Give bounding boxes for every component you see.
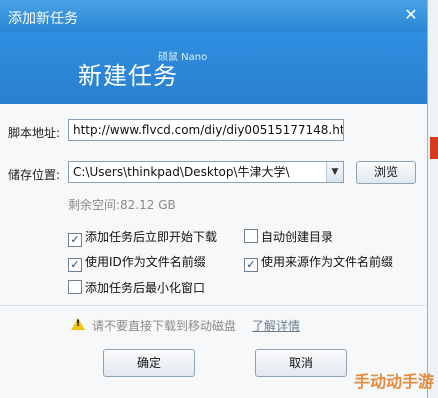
title-bar[interactable]: 添加新任务 ✕	[0, 0, 427, 32]
add-task-dialog: 添加新任务 ✕ 硕鼠 Nano 新建任务 脚本地址: http://www.fl…	[0, 0, 428, 398]
checkbox-icon[interactable]: ✓	[244, 258, 258, 272]
ok-button[interactable]: 确定	[103, 349, 195, 377]
storage-location-select[interactable]: C:\Users\thinkpad\Desktop\牛津大学\ ▼	[68, 161, 344, 183]
checkbox-icon[interactable]	[68, 280, 82, 294]
banner: 硕鼠 Nano 新建任务	[0, 32, 427, 104]
storage-location-label: 储存位置:	[8, 168, 61, 182]
close-icon[interactable]: ✕	[403, 7, 419, 23]
background-window-edge	[428, 0, 438, 398]
watermark-text: 手动动手游	[353, 372, 434, 391]
background-accent	[430, 137, 438, 159]
checkbox-icon[interactable]: ✓	[68, 233, 82, 247]
free-space-text: 剩余空间:82.12 GB	[68, 198, 176, 212]
option-label: 使用来源作为文件名前缀	[261, 255, 394, 269]
script-address-label: 脚本地址:	[8, 126, 61, 140]
storage-location-value: C:\Users\thinkpad\Desktop\牛津大学\	[73, 165, 290, 179]
option-minimize-window[interactable]: 添加任务后最小化窗口	[68, 279, 205, 295]
script-address-input[interactable]: http://www.flvcd.com/diy/diy00515177148.…	[68, 119, 344, 141]
browse-button[interactable]: 浏览	[356, 161, 416, 184]
option-auto-create-dir[interactable]: 自动创建目录	[244, 228, 333, 244]
option-label: 使用ID作为文件名前缀	[85, 255, 206, 269]
divider	[0, 305, 427, 306]
warning-mark: !	[76, 319, 81, 329]
option-label: 添加任务后立即开始下载	[85, 230, 218, 244]
banner-title: 新建任务	[78, 62, 178, 90]
window-title: 添加新任务	[8, 11, 78, 27]
option-id-prefix[interactable]: ✓ 使用ID作为文件名前缀	[68, 253, 206, 272]
checkbox-icon[interactable]: ✓	[68, 258, 82, 272]
warning-text: 请不要直接下载到移动磁盘	[92, 319, 237, 333]
learn-more-link[interactable]: 了解详情	[252, 317, 300, 334]
option-start-immediately[interactable]: ✓ 添加任务后立即开始下载	[68, 228, 218, 247]
cancel-button[interactable]: 取消	[255, 349, 347, 377]
chevron-down-icon[interactable]: ▼	[326, 162, 343, 182]
option-label: 添加任务后最小化窗口	[85, 281, 206, 295]
option-source-prefix[interactable]: ✓ 使用来源作为文件名前缀	[244, 253, 394, 272]
checkbox-icon[interactable]	[244, 229, 258, 243]
option-label: 自动创建目录	[261, 230, 334, 244]
